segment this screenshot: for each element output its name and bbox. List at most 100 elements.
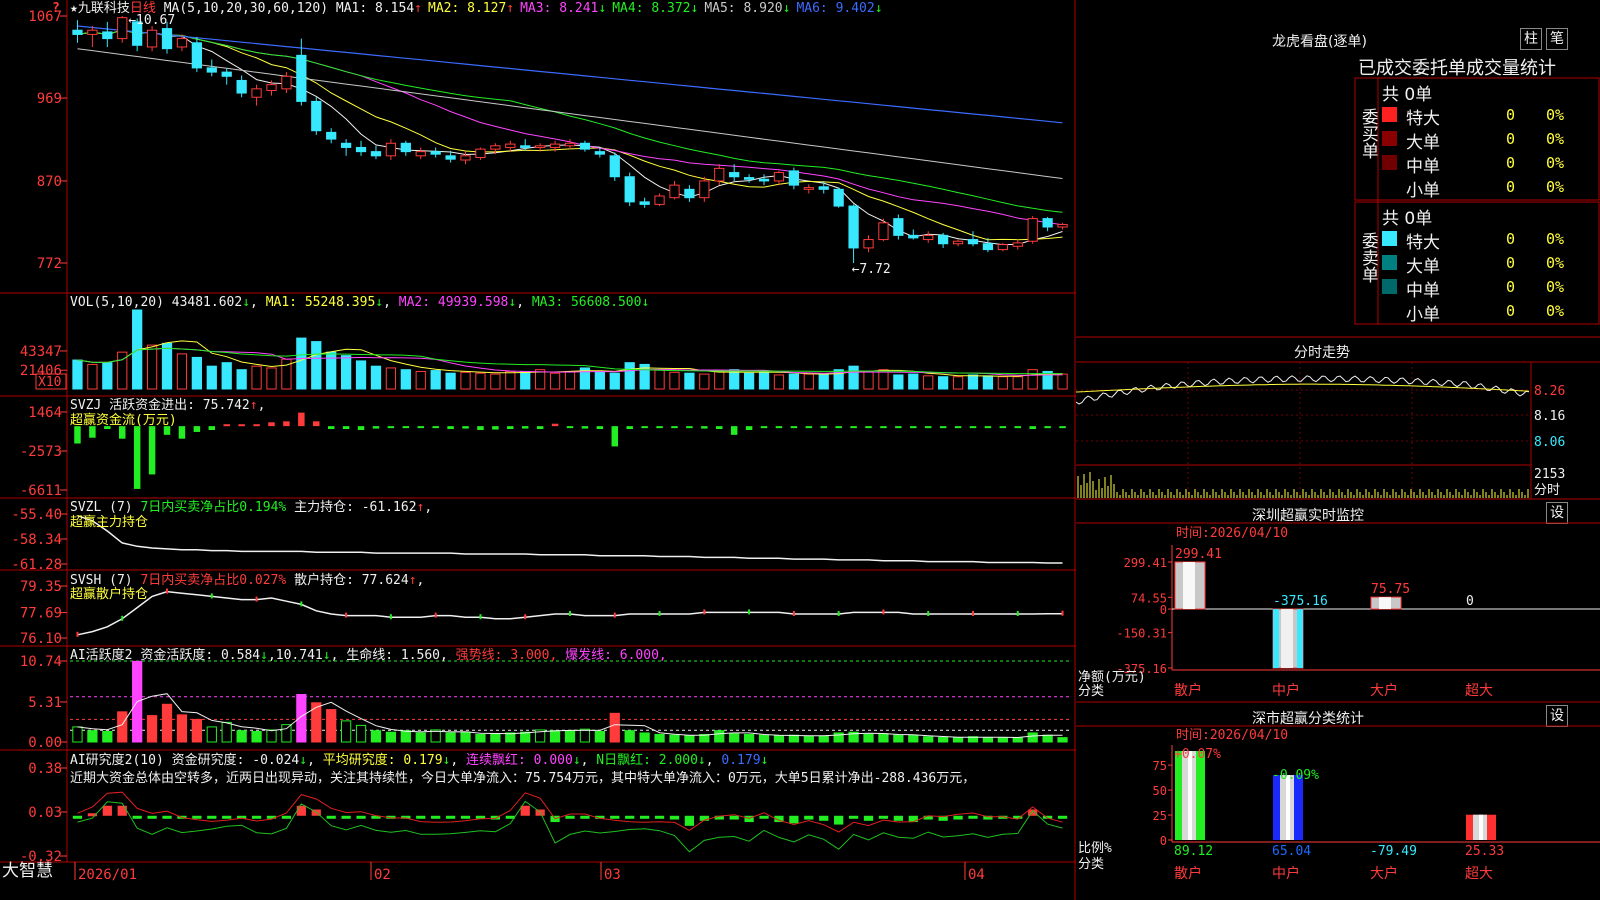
activity-bar [475,733,486,743]
ma5-line [77,29,1063,246]
activity-bar [102,730,113,743]
svzj-bar [686,426,693,429]
monitor-category-label: 散户 [1174,682,1202,699]
volume-bar [952,376,964,390]
svzj-bar [253,424,260,427]
volume-bar [1027,369,1038,390]
svzj-bar [417,426,424,429]
main-chart-header: ★九联科技日线 MA(5,10,20,30,60,120) MA1: 8.154… [70,1,889,16]
period-label[interactable]: 日线 [130,1,156,16]
svzj-bar [536,426,544,430]
research-bar [819,815,829,821]
volume-bar [191,356,202,390]
research-bar [431,815,441,819]
vol-unit: X10 [38,375,61,390]
volume-bar [340,355,352,390]
volume-bar [475,372,486,390]
candle-body [87,29,98,35]
activity-bar [490,733,501,743]
intraday-price-tick: 8.16 [1534,409,1565,424]
svzj-bar [133,426,141,489]
svzj-bar [611,426,619,447]
vol-ma1: 55248.395 [304,295,376,310]
candle-body [251,88,262,98]
svsh-tick-mark [658,611,661,616]
research-bar [117,805,127,816]
candle-body [639,201,650,205]
red-arrow: ↓ [572,753,581,768]
svzj-bar [357,426,365,431]
activity-bar [236,730,247,743]
candle-body [102,31,113,40]
svsh-hold-label: 散户持仓: [294,573,354,588]
volume-bar [490,373,501,390]
research-bar [207,815,217,819]
class-category-label: 大户 [1370,865,1398,882]
ai-active-value: 0.584 [220,648,261,663]
svzl-tick-label: -58.34 [11,532,62,548]
svsh-tick-mark [748,609,751,615]
class-top-label: +0.07% [1174,747,1221,762]
svzl-subtitle: 超赢主力持仓 [70,515,149,530]
svzj-bar [716,426,723,430]
volume-bar [87,363,98,390]
candle-body [296,54,307,102]
activity-bar [594,730,605,743]
research-value: -0.024 [252,753,300,768]
ai-active-header: AI活跃度2 资金活跃度: 0.584↓,10.741↓, 生命线: 1.560… [70,648,667,663]
candle-body [176,38,188,48]
volume-bar [251,365,262,390]
ma10-line [77,29,1063,241]
candle-body [803,187,814,190]
research-bar [192,815,202,819]
activity-bar [758,734,770,743]
volume-bar [743,372,755,390]
volume-bar [355,360,367,390]
svzj-bar [313,421,320,427]
activity-bar [952,736,964,743]
svsh-param: (7) [109,573,133,588]
class-bottom-label: 25.33 [1465,844,1504,859]
activity-bar [773,735,785,743]
svsh-tick-label: 77.69 [20,606,62,622]
monitor-tick-label: -150.31 [1116,627,1167,641]
vol-ma3-label: MA3: [531,295,564,310]
candle-body [221,71,232,77]
avg-label: 平均研究度: [322,753,396,768]
svzl-tick-label: -55.40 [11,507,62,523]
candle-body [370,151,382,157]
monitor-tick-label: 299.41 [1124,556,1167,570]
research-bar [684,815,695,826]
svsh-tick-mark [792,611,795,616]
class-bottom-label: 65.04 [1272,844,1311,859]
price-tick-label: 870 [37,174,62,190]
research-arrow: ↓ [299,753,308,768]
svzj-bar [745,426,753,431]
class-top-label: -0.09% [1272,768,1319,783]
last-arrow: ↓ [760,753,769,768]
svzj-bar [596,426,604,430]
life-label: 生命线: [346,648,394,663]
volume-bar [460,371,471,390]
svzj-bar [402,426,410,429]
volume-bar [176,353,188,390]
activity-bar [743,733,755,743]
activity-bar [908,734,919,743]
class-tick-label: 50 [1153,784,1167,798]
svzj-bar [910,426,917,429]
activity-bar [281,724,292,743]
candle-body [520,145,531,148]
ma-item-1: MA1: 8.154↑ [336,1,422,16]
activity-bar [251,730,262,743]
volume-bar [714,370,725,390]
star-icon[interactable]: ★ [70,1,78,16]
class-bottom-label: -79.49 [1370,844,1417,859]
research-bar [863,815,874,821]
candle-body [624,176,635,203]
research-bar [72,815,83,819]
research-bar [953,815,963,820]
candle-body [1042,218,1053,228]
volume-bar [549,372,561,390]
svzj-bar [805,426,813,429]
volume-bar [848,365,859,390]
